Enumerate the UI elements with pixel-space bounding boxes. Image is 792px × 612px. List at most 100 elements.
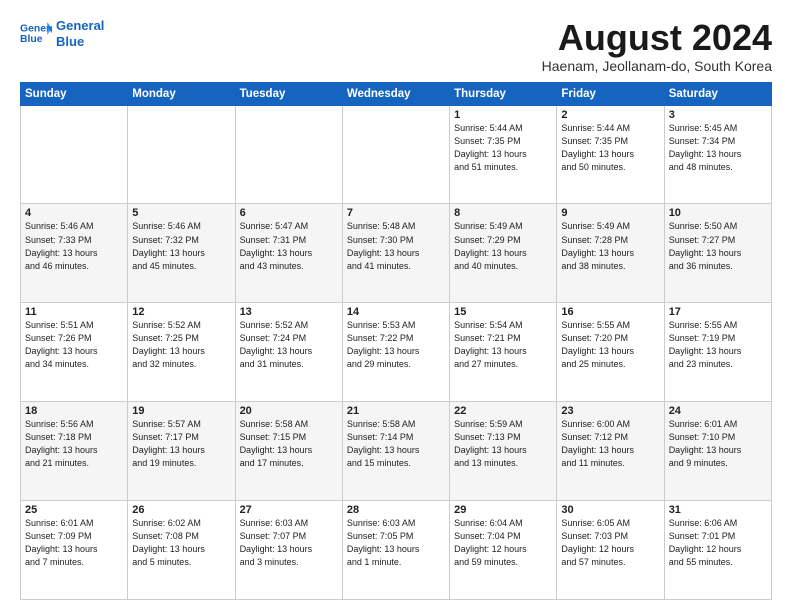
day-num-3: 3: [669, 109, 767, 121]
week-row-3: 11Sunrise: 5:51 AM Sunset: 7:26 PM Dayli…: [21, 303, 772, 402]
cell-1-6: 10Sunrise: 5:50 AM Sunset: 7:27 PM Dayli…: [664, 204, 771, 303]
day-num-13: 13: [240, 306, 338, 318]
cell-4-1: 26Sunrise: 6:02 AM Sunset: 7:08 PM Dayli…: [128, 501, 235, 600]
day-num-15: 15: [454, 306, 552, 318]
cell-3-0: 18Sunrise: 5:56 AM Sunset: 7:18 PM Dayli…: [21, 402, 128, 501]
cell-4-5: 30Sunrise: 6:05 AM Sunset: 7:03 PM Dayli…: [557, 501, 664, 600]
day-info-27: Sunrise: 6:03 AM Sunset: 7:07 PM Dayligh…: [240, 517, 338, 569]
day-info-14: Sunrise: 5:53 AM Sunset: 7:22 PM Dayligh…: [347, 319, 445, 371]
day-info-26: Sunrise: 6:02 AM Sunset: 7:08 PM Dayligh…: [132, 517, 230, 569]
day-num-12: 12: [132, 306, 230, 318]
cell-4-0: 25Sunrise: 6:01 AM Sunset: 7:09 PM Dayli…: [21, 501, 128, 600]
cell-1-3: 7Sunrise: 5:48 AM Sunset: 7:30 PM Daylig…: [342, 204, 449, 303]
day-num-11: 11: [25, 306, 123, 318]
day-num-16: 16: [561, 306, 659, 318]
title-block: August 2024 Haenam, Jeollanam-do, South …: [542, 18, 772, 74]
header: General Blue General Blue August 2024 Ha…: [20, 18, 772, 74]
day-info-28: Sunrise: 6:03 AM Sunset: 7:05 PM Dayligh…: [347, 517, 445, 569]
day-num-17: 17: [669, 306, 767, 318]
cell-2-5: 16Sunrise: 5:55 AM Sunset: 7:20 PM Dayli…: [557, 303, 664, 402]
day-num-24: 24: [669, 405, 767, 417]
location-subtitle: Haenam, Jeollanam-do, South Korea: [542, 58, 772, 74]
week-row-4: 18Sunrise: 5:56 AM Sunset: 7:18 PM Dayli…: [21, 402, 772, 501]
cell-0-1: [128, 105, 235, 204]
col-wednesday: Wednesday: [342, 82, 449, 105]
day-info-16: Sunrise: 5:55 AM Sunset: 7:20 PM Dayligh…: [561, 319, 659, 371]
cell-2-4: 15Sunrise: 5:54 AM Sunset: 7:21 PM Dayli…: [450, 303, 557, 402]
day-info-20: Sunrise: 5:58 AM Sunset: 7:15 PM Dayligh…: [240, 418, 338, 470]
cell-3-6: 24Sunrise: 6:01 AM Sunset: 7:10 PM Dayli…: [664, 402, 771, 501]
day-info-23: Sunrise: 6:00 AM Sunset: 7:12 PM Dayligh…: [561, 418, 659, 470]
day-info-6: Sunrise: 5:47 AM Sunset: 7:31 PM Dayligh…: [240, 220, 338, 272]
calendar-table: Sunday Monday Tuesday Wednesday Thursday…: [20, 82, 772, 600]
cell-3-1: 19Sunrise: 5:57 AM Sunset: 7:17 PM Dayli…: [128, 402, 235, 501]
cell-0-0: [21, 105, 128, 204]
cell-0-3: [342, 105, 449, 204]
day-info-22: Sunrise: 5:59 AM Sunset: 7:13 PM Dayligh…: [454, 418, 552, 470]
cell-2-0: 11Sunrise: 5:51 AM Sunset: 7:26 PM Dayli…: [21, 303, 128, 402]
day-info-21: Sunrise: 5:58 AM Sunset: 7:14 PM Dayligh…: [347, 418, 445, 470]
cell-0-6: 3Sunrise: 5:45 AM Sunset: 7:34 PM Daylig…: [664, 105, 771, 204]
day-info-3: Sunrise: 5:45 AM Sunset: 7:34 PM Dayligh…: [669, 122, 767, 174]
day-info-18: Sunrise: 5:56 AM Sunset: 7:18 PM Dayligh…: [25, 418, 123, 470]
day-info-2: Sunrise: 5:44 AM Sunset: 7:35 PM Dayligh…: [561, 122, 659, 174]
day-num-25: 25: [25, 504, 123, 516]
day-num-10: 10: [669, 207, 767, 219]
cell-0-5: 2Sunrise: 5:44 AM Sunset: 7:35 PM Daylig…: [557, 105, 664, 204]
cell-2-6: 17Sunrise: 5:55 AM Sunset: 7:19 PM Dayli…: [664, 303, 771, 402]
day-num-9: 9: [561, 207, 659, 219]
logo-general: General: [56, 18, 104, 33]
cell-3-2: 20Sunrise: 5:58 AM Sunset: 7:15 PM Dayli…: [235, 402, 342, 501]
day-num-26: 26: [132, 504, 230, 516]
month-title: August 2024: [542, 18, 772, 58]
logo-text: General Blue: [56, 18, 104, 49]
day-info-5: Sunrise: 5:46 AM Sunset: 7:32 PM Dayligh…: [132, 220, 230, 272]
day-num-20: 20: [240, 405, 338, 417]
day-info-4: Sunrise: 5:46 AM Sunset: 7:33 PM Dayligh…: [25, 220, 123, 272]
day-num-22: 22: [454, 405, 552, 417]
page: General Blue General Blue August 2024 Ha…: [0, 0, 792, 612]
day-info-13: Sunrise: 5:52 AM Sunset: 7:24 PM Dayligh…: [240, 319, 338, 371]
day-num-29: 29: [454, 504, 552, 516]
col-friday: Friday: [557, 82, 664, 105]
cell-4-3: 28Sunrise: 6:03 AM Sunset: 7:05 PM Dayli…: [342, 501, 449, 600]
day-info-29: Sunrise: 6:04 AM Sunset: 7:04 PM Dayligh…: [454, 517, 552, 569]
day-info-12: Sunrise: 5:52 AM Sunset: 7:25 PM Dayligh…: [132, 319, 230, 371]
cell-2-3: 14Sunrise: 5:53 AM Sunset: 7:22 PM Dayli…: [342, 303, 449, 402]
day-num-14: 14: [347, 306, 445, 318]
logo-blue: Blue: [56, 34, 84, 49]
svg-text:Blue: Blue: [20, 34, 43, 45]
day-info-31: Sunrise: 6:06 AM Sunset: 7:01 PM Dayligh…: [669, 517, 767, 569]
cell-1-0: 4Sunrise: 5:46 AM Sunset: 7:33 PM Daylig…: [21, 204, 128, 303]
day-info-17: Sunrise: 5:55 AM Sunset: 7:19 PM Dayligh…: [669, 319, 767, 371]
week-row-5: 25Sunrise: 6:01 AM Sunset: 7:09 PM Dayli…: [21, 501, 772, 600]
day-num-31: 31: [669, 504, 767, 516]
cell-0-2: [235, 105, 342, 204]
day-num-8: 8: [454, 207, 552, 219]
cell-4-2: 27Sunrise: 6:03 AM Sunset: 7:07 PM Dayli…: [235, 501, 342, 600]
col-monday: Monday: [128, 82, 235, 105]
calendar-header-row: Sunday Monday Tuesday Wednesday Thursday…: [21, 82, 772, 105]
cell-4-6: 31Sunrise: 6:06 AM Sunset: 7:01 PM Dayli…: [664, 501, 771, 600]
cell-3-4: 22Sunrise: 5:59 AM Sunset: 7:13 PM Dayli…: [450, 402, 557, 501]
cell-1-1: 5Sunrise: 5:46 AM Sunset: 7:32 PM Daylig…: [128, 204, 235, 303]
week-row-2: 4Sunrise: 5:46 AM Sunset: 7:33 PM Daylig…: [21, 204, 772, 303]
cell-1-2: 6Sunrise: 5:47 AM Sunset: 7:31 PM Daylig…: [235, 204, 342, 303]
day-num-6: 6: [240, 207, 338, 219]
col-thursday: Thursday: [450, 82, 557, 105]
day-info-30: Sunrise: 6:05 AM Sunset: 7:03 PM Dayligh…: [561, 517, 659, 569]
week-row-1: 1Sunrise: 5:44 AM Sunset: 7:35 PM Daylig…: [21, 105, 772, 204]
day-info-25: Sunrise: 6:01 AM Sunset: 7:09 PM Dayligh…: [25, 517, 123, 569]
day-info-15: Sunrise: 5:54 AM Sunset: 7:21 PM Dayligh…: [454, 319, 552, 371]
cell-2-1: 12Sunrise: 5:52 AM Sunset: 7:25 PM Dayli…: [128, 303, 235, 402]
day-info-10: Sunrise: 5:50 AM Sunset: 7:27 PM Dayligh…: [669, 220, 767, 272]
day-info-24: Sunrise: 6:01 AM Sunset: 7:10 PM Dayligh…: [669, 418, 767, 470]
logo-icon: General Blue: [20, 20, 52, 48]
day-info-11: Sunrise: 5:51 AM Sunset: 7:26 PM Dayligh…: [25, 319, 123, 371]
day-num-30: 30: [561, 504, 659, 516]
day-info-8: Sunrise: 5:49 AM Sunset: 7:29 PM Dayligh…: [454, 220, 552, 272]
cell-1-4: 8Sunrise: 5:49 AM Sunset: 7:29 PM Daylig…: [450, 204, 557, 303]
cell-4-4: 29Sunrise: 6:04 AM Sunset: 7:04 PM Dayli…: [450, 501, 557, 600]
col-sunday: Sunday: [21, 82, 128, 105]
day-num-28: 28: [347, 504, 445, 516]
